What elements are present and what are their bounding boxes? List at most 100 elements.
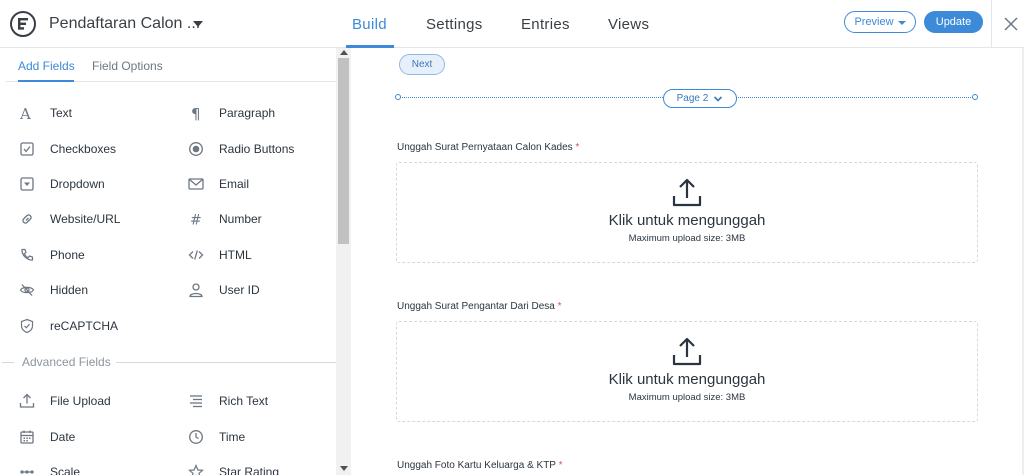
email-icon (187, 175, 205, 193)
upload-field-label-text: Unggah Foto Kartu Keluarga & KTP (397, 460, 556, 471)
field-star-rating[interactable]: Star Rating (187, 461, 279, 475)
field-label: Number (219, 212, 262, 226)
user-icon (187, 281, 205, 299)
upload-icon (672, 337, 702, 366)
dropdown-icon (18, 175, 36, 193)
tab-field-options[interactable]: Field Options (92, 59, 163, 73)
field-rich-text[interactable]: Rich Text (187, 390, 268, 412)
tab-entries[interactable]: Entries (521, 16, 570, 33)
field-date[interactable]: Date (18, 426, 75, 448)
field-label: Radio Buttons (219, 142, 295, 156)
field-label: Scale (50, 465, 81, 475)
field-label: File Upload (50, 394, 111, 408)
field-label: reCAPTCHA (50, 319, 119, 333)
page-break-handle (972, 94, 978, 100)
upload-icon (18, 392, 36, 410)
active-tab-indicator (18, 80, 74, 82)
field-recaptcha[interactable]: reCAPTCHA (18, 315, 118, 337)
update-button[interactable]: Update (924, 11, 983, 33)
field-dropdown[interactable]: Dropdown (18, 173, 105, 195)
field-label: User ID (219, 283, 260, 297)
field-label: Paragraph (219, 106, 276, 120)
field-paragraph[interactable]: ¶ Paragraph (187, 102, 275, 124)
field-label: Star Rating (219, 465, 280, 475)
required-marker: * (557, 301, 562, 312)
tab-views[interactable]: Views (608, 16, 649, 33)
tab-build[interactable]: Build (352, 16, 387, 33)
field-label: Hidden (50, 283, 89, 297)
field-label: Checkboxes (50, 142, 117, 156)
upload-prompt: Klik untuk mengunggah (608, 371, 766, 388)
formidable-logo-icon[interactable] (10, 11, 36, 37)
field-html[interactable]: HTML (187, 244, 252, 266)
preview-button[interactable]: Preview (844, 11, 916, 33)
sidebar-scrollbar[interactable] (336, 48, 351, 475)
field-hidden[interactable]: Hidden (18, 279, 88, 301)
upload-field-label: Unggah Surat Pengantar Dari Desa * (397, 301, 562, 312)
scrollbar-thumb[interactable] (338, 58, 349, 244)
preview-button-label: Preview (854, 16, 894, 28)
top-bar: Pendaftaran Calon ... Build Settings Ent… (0, 0, 1024, 48)
tab-add-fields[interactable]: Add Fields (18, 59, 75, 73)
field-label: Date (50, 430, 76, 444)
field-radio-buttons[interactable]: Radio Buttons (187, 138, 294, 160)
upload-prompt: Klik untuk mengunggah (608, 212, 766, 229)
form-builder-app: Pendaftaran Calon ... Build Settings Ent… (0, 0, 1024, 475)
text-icon: A (18, 104, 36, 122)
required-marker: * (558, 460, 563, 471)
chevron-down-icon (714, 95, 723, 102)
chevron-down-icon (897, 20, 906, 25)
svg-text:A: A (19, 105, 31, 121)
clock-icon (187, 428, 205, 446)
scroll-up-arrow-icon[interactable] (340, 50, 348, 55)
field-label: Website/URL (50, 212, 121, 226)
eye-slash-icon (18, 281, 36, 299)
divider (991, 0, 992, 48)
field-label: HTML (219, 248, 252, 262)
field-label: Email (219, 177, 250, 191)
upload-icon (672, 178, 702, 207)
field-label: Rich Text (219, 394, 269, 408)
field-text[interactable]: A Text (18, 102, 72, 124)
upload-field-label-text: Unggah Surat Pernyataan Calon Kades (397, 142, 573, 153)
required-marker: * (575, 142, 580, 153)
chevron-down-icon[interactable] (193, 21, 203, 27)
hash-icon: # (187, 210, 205, 228)
field-time[interactable]: Time (187, 426, 245, 448)
field-label: Dropdown (50, 177, 105, 191)
scroll-down-arrow-icon[interactable] (340, 466, 348, 471)
advanced-fields-heading: Advanced Fields (22, 355, 111, 369)
field-user-id[interactable]: User ID (187, 279, 260, 301)
upload-size-limit: Maximum upload size: 3MB (628, 233, 746, 244)
field-scale[interactable]: Scale (18, 461, 80, 475)
svg-text:¶: ¶ (191, 105, 201, 121)
field-file-upload[interactable]: File Upload (18, 390, 111, 412)
page-break-handle (395, 94, 401, 100)
phone-icon (18, 246, 36, 264)
field-checkboxes[interactable]: Checkboxes (18, 138, 116, 160)
next-button[interactable]: Next (399, 54, 445, 75)
calendar-icon (18, 428, 36, 446)
close-icon[interactable] (1000, 13, 1022, 35)
field-email[interactable]: Email (187, 173, 249, 195)
radio-icon (187, 140, 205, 158)
divider (2, 362, 14, 363)
tab-settings[interactable]: Settings (426, 16, 483, 33)
page-break-pill[interactable]: Page 2 (663, 89, 737, 108)
link-icon (18, 210, 36, 228)
field-phone[interactable]: Phone (18, 244, 85, 266)
field-label: Text (50, 106, 73, 120)
divider (116, 362, 336, 363)
shield-icon (18, 317, 36, 335)
field-label: Time (219, 430, 246, 444)
upload-size-limit: Maximum upload size: 3MB (628, 392, 746, 403)
field-number[interactable]: # Number (187, 208, 262, 230)
paragraph-icon: ¶ (187, 104, 205, 122)
fields-sidebar: Add Fields Field Options A Text ¶ Paragr… (0, 48, 351, 475)
form-title[interactable]: Pendaftaran Calon ... (49, 15, 200, 33)
file-dropzone[interactable]: Klik untuk mengunggah Maximum upload siz… (396, 321, 978, 422)
upload-field-label: Unggah Foto Kartu Keluarga & KTP * (397, 460, 563, 471)
file-dropzone[interactable]: Klik untuk mengunggah Maximum upload siz… (396, 162, 978, 263)
field-website-url[interactable]: Website/URL (18, 208, 120, 230)
field-label: Phone (50, 248, 85, 262)
